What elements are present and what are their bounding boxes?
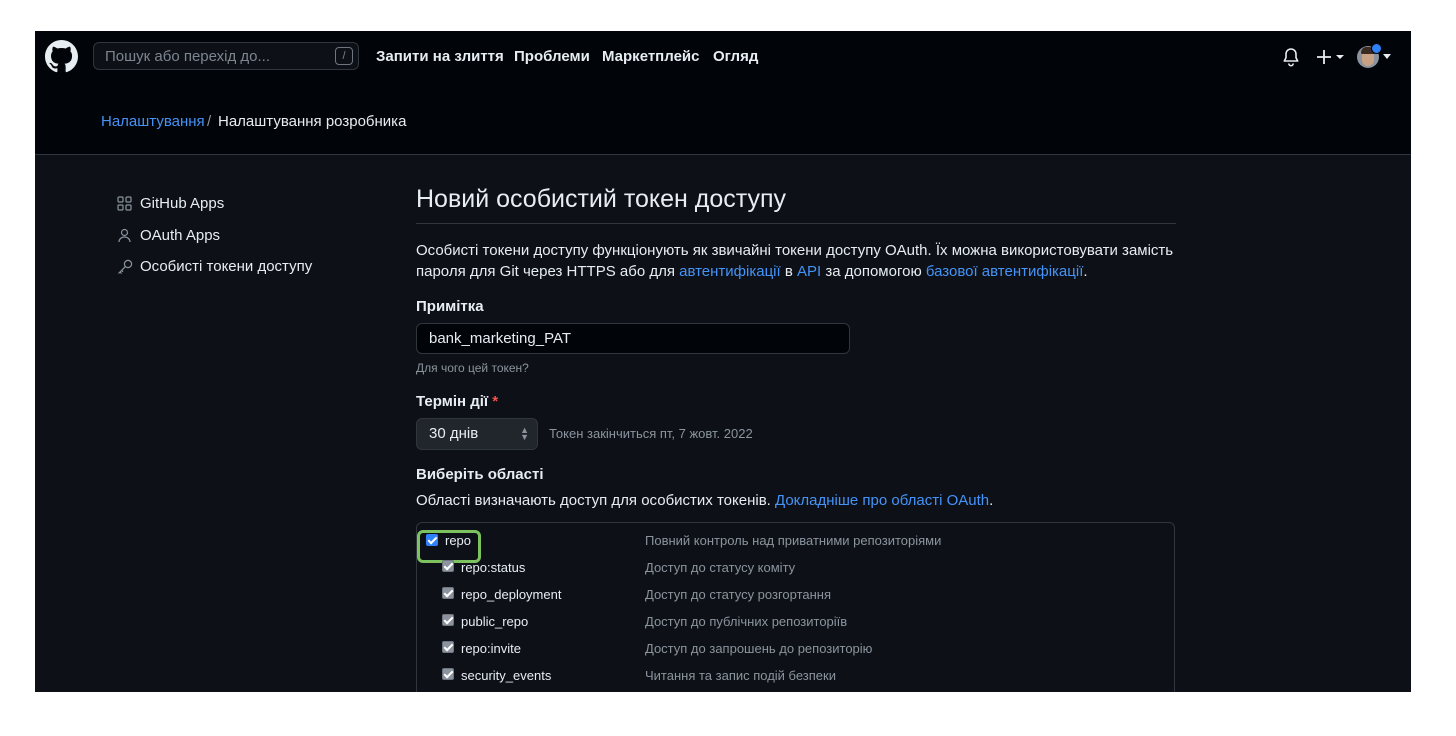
plus-icon[interactable] [1315,47,1349,67]
scope-checkbox-repo-invite[interactable] [442,641,454,653]
scopes-label: Виберіть області [416,466,544,483]
description-text: за допомогою [821,263,926,280]
breadcrumb: Налаштування / Налаштування розробника [35,87,1411,155]
scope-name: repo:invite [461,641,521,656]
scope-name: security_events [461,668,552,683]
scope-checkbox-public-repo[interactable] [442,614,454,626]
sidebar-item-label: GitHub Apps [140,195,225,212]
scope-name: public_repo [461,614,529,629]
select-arrows-icon: ▲ ▼ [520,425,529,442]
basic-auth-link[interactable]: базової автентифікації [926,263,1084,280]
expiry-label: Термін дії * [416,393,498,410]
scope-name: repo:status [461,560,526,575]
authentication-link[interactable]: автентифікації [679,263,781,280]
scope-description: Доступ до статусу розгортання [645,587,832,602]
app-window: Пошук або перехід до... / Запити на злит… [35,31,1411,692]
form-description: Особисті токени доступу функціонують як … [416,240,1176,282]
person-icon [118,228,131,243]
expiration-select[interactable]: 30 днів ▲ ▼ [416,418,538,450]
scope-description: Доступ до запрошень до репозиторію [645,641,873,656]
scope-row-repo-status: repo:status Доступ до статусу коміту [417,558,1175,578]
breadcrumb-settings-link[interactable]: Налаштування [101,113,205,130]
scope-description: Доступ до публічних репозиторіїв [645,614,848,629]
scopes-description: Області визначають доступ для особистих … [416,492,993,509]
scope-row-repo-invite: repo:invite Доступ до запрошень до репоз… [417,639,1175,659]
description-text: . [1083,263,1088,280]
keyboard-shortcut-badge: / [335,47,353,65]
search-placeholder: Пошук або перехід до... [105,48,270,65]
search-input[interactable]: Пошук або перехід до... / [93,42,359,70]
key-icon [118,259,133,275]
breadcrumb-separator: / [207,113,212,130]
scope-checkbox-repo-status[interactable] [442,560,454,572]
scope-row-public-repo: public_repo Доступ до публічних репозито… [417,612,1175,632]
github-logo-icon[interactable] [45,40,78,73]
expiration-value: 30 днів [429,425,479,442]
scope-name: repo_deployment [461,587,562,602]
note-input[interactable] [416,323,850,354]
divider [416,223,1176,224]
scope-row-security-events: security_events Читання та запис подій б… [417,666,1175,686]
chevron-down-icon [1383,54,1391,59]
oauth-scopes-link[interactable]: Докладніше про області OAuth [775,492,989,509]
scopes-list: repo Повний контроль над приватними репо… [416,522,1175,692]
required-mark: * [492,393,499,410]
scope-name: repo [445,533,472,548]
page-title: Новий особистий токен доступу [416,185,787,213]
scope-checkbox-repo-deployment[interactable] [442,587,454,599]
note-label: Примітка [416,298,484,315]
note-hint: Для чого цей токен? [416,361,529,375]
sidebar-item-label: OAuth Apps [140,227,221,244]
scope-description: Доступ до статусу коміту [645,560,796,575]
expiration-note: Токен закінчиться пт, 7 жовт. 2022 [549,426,753,441]
breadcrumb-current: Налаштування розробника [218,113,407,130]
expiry-label-text: Термін дії [416,393,489,410]
api-link[interactable]: API [797,263,821,280]
scope-row-repo: repo Повний контроль над приватними репо… [417,530,1175,563]
scopes-description-end: . [989,492,994,509]
nav-explore[interactable]: Огляд [713,48,758,65]
scope-checkbox-security-events[interactable] [442,668,454,680]
scope-row-repo-deployment: repo_deployment Доступ до статусу розгор… [417,585,1175,605]
sidebar-item-label: Особисті токени доступу [140,258,313,275]
nav-marketplace[interactable]: Маркетплейс [602,48,699,65]
scopes-description-text: Області визначають доступ для особистих … [416,492,771,509]
description-text: в [780,263,797,280]
apps-grid-icon [117,196,132,211]
notification-dot [1371,43,1382,54]
user-menu[interactable] [1357,43,1391,70]
scope-checkbox-repo[interactable] [426,534,438,546]
nav-issues[interactable]: Проблеми [514,48,590,65]
top-navigation-bar: Пошук або перехід до... / Запити на злит… [35,31,1411,87]
scope-description: Повний контроль над приватними репозитор… [645,533,942,548]
scope-description: Читання та запис подій безпеки [645,668,836,683]
bell-icon[interactable] [1280,46,1302,68]
nav-pull-requests[interactable]: Запити на злиття [376,48,504,65]
